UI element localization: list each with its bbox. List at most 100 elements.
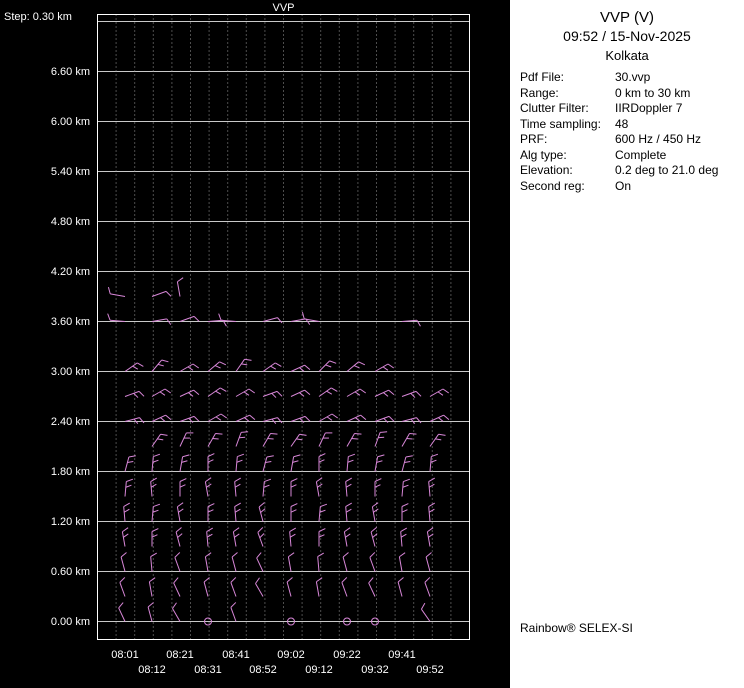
wind-barb-tick — [359, 388, 367, 394]
wind-barb-tick — [325, 364, 332, 368]
wind-barb-tick — [416, 417, 422, 424]
wind-barb-tick — [214, 365, 221, 369]
wind-barb-shaft — [343, 531, 348, 547]
y-axis-label: 4.80 km — [51, 216, 90, 228]
wind-barb-shaft — [174, 557, 181, 572]
wind-barb-tick — [290, 503, 298, 507]
wind-barb-tick — [370, 527, 377, 533]
wind-barb-tick — [173, 577, 179, 584]
wind-barb-shaft — [123, 506, 126, 522]
wind-barb-tick — [181, 460, 188, 463]
wind-barb-tick — [400, 527, 408, 532]
wind-barb-tick — [234, 477, 242, 482]
wind-barb-tick — [182, 454, 190, 458]
wind-barb-shaft — [151, 433, 162, 447]
x-axis-label: 09:22 — [333, 649, 361, 661]
wind-barb-tick — [175, 527, 182, 533]
info-label: PRF: — [520, 132, 548, 146]
info-value: 600 Hz / 450 Hz — [615, 132, 702, 146]
wind-barb-tick — [428, 477, 436, 482]
info-row-prf: PRF: 600 Hz / 450 Hz — [520, 132, 744, 148]
wind-barb-tick — [218, 313, 222, 321]
wind-barb-tick — [329, 360, 337, 364]
wind-barb-tick — [259, 533, 265, 539]
wind-barb-tick — [368, 577, 374, 584]
wind-barb-tick — [255, 577, 260, 584]
wind-barb-tick — [318, 459, 325, 463]
wind-barb-tick — [152, 459, 159, 463]
wind-barb-shaft — [235, 432, 242, 447]
wind-barb-tick — [345, 477, 353, 482]
wind-barb-tick — [428, 533, 434, 538]
wind-barb-tick — [342, 552, 349, 558]
wind-barb-shaft — [401, 481, 404, 497]
y-axis-label: 5.40 km — [51, 166, 90, 178]
wind-barb-shaft — [401, 456, 407, 472]
wind-barb-tick — [241, 431, 249, 433]
wind-barb-tick — [159, 391, 166, 396]
wind-barb-tick — [192, 363, 200, 369]
y-axis-label: 3.00 km — [51, 366, 90, 378]
wind-barb-tick — [409, 433, 417, 435]
wind-barb-shaft — [290, 433, 301, 447]
wind-barb-shaft — [262, 390, 278, 397]
wind-barb-tick — [397, 577, 404, 583]
wind-barb-shaft — [400, 531, 403, 547]
info-value: IIRDoppler 7 — [615, 101, 683, 115]
wind-barb-tick — [151, 528, 159, 532]
wind-barb-shaft — [231, 556, 237, 572]
wind-barb-shaft — [424, 582, 431, 597]
wind-barb-shaft — [262, 317, 278, 322]
wind-barb-shaft — [401, 433, 410, 447]
wind-barb-tick — [118, 602, 124, 609]
wind-barb-tick — [345, 502, 353, 507]
wind-barb-tick — [264, 478, 272, 483]
x-axis-label: 09:32 — [361, 664, 389, 676]
info-row-pdf-file: Pdf File: 30.vvp — [520, 70, 744, 86]
wind-barb-tick — [437, 391, 444, 396]
wind-barb-tick — [234, 533, 240, 538]
x-axis-label: 08:12 — [138, 664, 166, 676]
wind-barb-tick — [428, 502, 436, 507]
wind-barb-tick — [206, 527, 214, 532]
wind-barb-shaft — [425, 556, 431, 572]
wind-barb-tick — [119, 577, 126, 583]
wind-barb-tick — [286, 577, 293, 583]
wind-profile-panel: 6.60 km 6.00 km 5.40 km 4.80 km 4.20 km 3.60 … — [0, 0, 510, 688]
x-axis-label: 08:52 — [249, 664, 277, 676]
wind-barb-shaft — [230, 582, 237, 597]
wind-barb-tick — [178, 508, 184, 513]
panel-site: Kolkata — [605, 48, 649, 63]
wind-barb-tick — [290, 509, 297, 513]
wind-barb-tick — [177, 533, 183, 538]
wind-barb-shaft — [346, 433, 355, 447]
info-row-time-sampling: Time sampling: 48 — [520, 117, 744, 133]
wind-barb-shaft — [258, 506, 264, 522]
wind-barb-tick — [326, 390, 333, 395]
wind-barb-tick — [137, 362, 144, 367]
info-label: Clutter Filter: — [520, 101, 589, 115]
wind-barb-tick — [147, 602, 154, 608]
wind-barb-tick — [276, 391, 283, 397]
x-axis-label: 08:31 — [194, 664, 222, 676]
wind-barb-tick — [372, 502, 379, 508]
x-axis-label: 09:02 — [277, 649, 305, 661]
wind-barb-tick — [230, 602, 237, 608]
wind-barb-tick — [153, 453, 161, 458]
x-axis-label: 09:52 — [416, 664, 444, 676]
wind-barb-shaft — [151, 388, 166, 397]
wind-barb-tick — [239, 436, 246, 439]
wind-barb-shaft — [179, 432, 187, 447]
wind-barb-shaft — [420, 608, 431, 622]
wind-barb-tick — [132, 365, 139, 370]
plot-title: VVP — [272, 2, 295, 14]
wind-barb-tick — [403, 478, 411, 483]
info-list: Pdf File: 30.vvp Range: 0 km to 30 km Cl… — [520, 70, 744, 194]
wind-barb-tick — [265, 460, 272, 464]
wind-barb-tick — [123, 508, 130, 513]
wind-barb-tick — [304, 364, 311, 371]
wind-barb-shaft — [318, 432, 326, 447]
wind-barb-shaft — [230, 607, 237, 622]
wind-barb-shaft — [345, 506, 348, 522]
info-label: Time sampling: — [520, 116, 601, 131]
